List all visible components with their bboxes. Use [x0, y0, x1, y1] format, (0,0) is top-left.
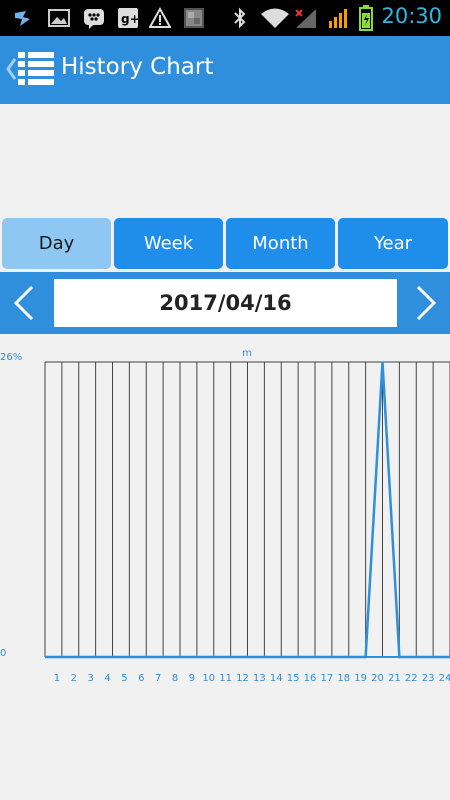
date-text: 2017/04/16: [159, 291, 292, 315]
wifi-icon: [261, 8, 289, 28]
page-title: History Chart: [61, 54, 214, 80]
x-tick-label: 23: [422, 673, 435, 684]
chevron-right-icon[interactable]: [412, 284, 440, 322]
signal-icon: [295, 9, 316, 28]
x-tick-label: 13: [253, 673, 266, 684]
x-tick-label: 11: [219, 673, 232, 684]
x-tick-label: 2: [71, 673, 77, 684]
period-tabs: Day Week Month Year: [0, 218, 450, 270]
back-chevron-icon[interactable]: [4, 56, 18, 82]
chart-svg: 26%0m1 2 3 4 5 6 7 8 9 10 11 12 13 14 15 16 17 18 19 20 21 22…: [0, 348, 450, 684]
app-bar: History Chart: [0, 36, 450, 104]
x-tick-label: 12: [236, 673, 249, 684]
clock: 20:30: [381, 4, 442, 28]
x-tick-label: 17: [321, 673, 334, 684]
chevron-left-icon[interactable]: [10, 284, 38, 322]
tab-day[interactable]: Day: [2, 218, 111, 269]
history-chart: 26% 0 m 1 2 3 4 5 6 7 8 9 10 11 12 13 14 15 16 17 18 19 20 21 22…: [0, 340, 450, 690]
tab-day-label: Day: [38, 233, 75, 254]
gallery-icon: [48, 9, 70, 27]
tab-year[interactable]: Year: [338, 218, 448, 269]
tab-month-label: Month: [252, 233, 309, 254]
x-tick-label: 7: [155, 673, 161, 684]
x-tick-label: 4: [104, 673, 110, 684]
app-notification-icon: [15, 11, 30, 26]
x-tick-label: 9: [189, 673, 195, 684]
x-tick-label: 6: [138, 673, 144, 684]
battery-charging-icon: [329, 9, 347, 28]
x-tick-label: 22: [405, 673, 418, 684]
tab-week-label: Week: [143, 233, 194, 254]
tab-year-label: Year: [373, 233, 413, 254]
x-tick-label: 14: [270, 673, 283, 684]
unit-label: m: [242, 348, 252, 359]
x-tick-label: 21: [388, 673, 401, 684]
date-navigator: 2017/04/16: [0, 272, 450, 334]
warning-icon: [149, 7, 171, 28]
svg-text:g+: g+: [121, 12, 139, 26]
bbm-icon: [84, 9, 104, 29]
image-icon: [184, 8, 204, 28]
y-axis-top-label: 26%: [0, 352, 22, 363]
x-tick-label: 20: [371, 673, 384, 684]
x-tick-label: 3: [87, 673, 93, 684]
x-tick-label: 5: [121, 673, 127, 684]
x-tick-label: 8: [172, 673, 178, 684]
x-tick-label: 19: [354, 673, 367, 684]
x-tick-label: 1: [54, 673, 60, 684]
x-tick-label: 15: [287, 673, 300, 684]
status-bar: g+ 20:30: [0, 0, 450, 36]
tab-week[interactable]: Week: [114, 218, 223, 269]
x-tick-label: 18: [337, 673, 350, 684]
tab-month[interactable]: Month: [226, 218, 335, 269]
battery-icon: [359, 5, 373, 31]
y-axis-bottom-label: 0: [0, 648, 6, 659]
bluetooth-icon: [234, 7, 246, 29]
x-tick-label: 16: [304, 673, 317, 684]
date-display[interactable]: 2017/04/16: [54, 279, 397, 327]
google-plus-icon: g+: [118, 8, 139, 28]
x-tick-label: 24: [439, 673, 450, 684]
list-icon[interactable]: [18, 52, 54, 86]
x-tick-label: 10: [202, 673, 215, 684]
